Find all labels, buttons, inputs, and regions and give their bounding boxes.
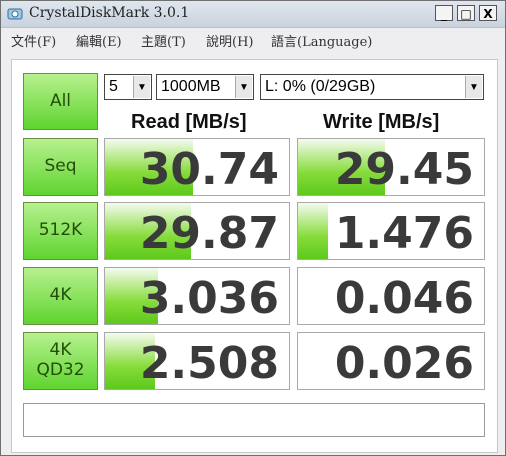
seq-read-cell: 30.74 [104,138,290,196]
chevron-down-icon: ▼ [235,76,252,98]
4k-qd32-read-value: 2.508 [139,338,279,389]
4k-write-value: 0.046 [334,273,474,324]
4k-button[interactable]: 4K [23,267,98,325]
seq-write-cell: 29.45 [297,138,485,196]
seq-write-value: 29.45 [334,144,474,195]
512k-write-bar [298,203,328,259]
menu-theme[interactable]: 主題(T) [141,31,186,50]
maximize-button[interactable]: □ [457,5,475,21]
window-title: CrystalDiskMark 3.0.1 [29,5,190,21]
menu-bar: 文件(F) 編輯(E) 主題(T) 說明(H) 語言(Language) [1,28,505,50]
all-button[interactable]: All [23,73,98,130]
close-button[interactable]: X [479,5,497,21]
menu-language[interactable]: 語言(Language) [271,31,372,50]
seq-read-value: 30.74 [139,144,279,195]
4k-read-value: 3.036 [139,273,279,324]
4k-write-cell: 0.046 [297,267,485,325]
4k-qd32-read-cell: 2.508 [104,332,290,390]
menu-edit[interactable]: 編輯(E) [76,31,122,50]
menu-file[interactable]: 文件(F) [11,31,56,50]
chevron-down-icon: ▼ [465,76,482,98]
512k-read-value: 29.87 [139,208,279,259]
read-header: Read [MB/s] [131,111,247,133]
minimize-button[interactable]: _ [435,5,453,21]
drive-select[interactable]: L: 0% (0/29GB) ▼ [260,74,484,100]
4k-qd32-button[interactable]: 4K QD32 [23,332,98,390]
4k-qd32-write-value: 0.026 [334,338,474,389]
write-header: Write [MB/s] [323,111,440,133]
size-select[interactable]: 1000MB ▼ [156,74,254,100]
4k-qd32-write-cell: 0.026 [297,332,485,390]
512k-button[interactable]: 512K [23,202,98,260]
count-select[interactable]: 5 ▼ [104,74,152,100]
title-bar[interactable]: CrystalDiskMark 3.0.1 _ □ X [1,1,505,28]
app-disk-icon [7,8,23,20]
chevron-down-icon: ▼ [133,76,150,98]
status-bar [23,403,485,437]
size-value: 1000MB [161,78,221,95]
app-window: CrystalDiskMark 3.0.1 _ □ X 文件(F) 編輯(E) … [0,0,506,456]
512k-write-cell: 1.476 [297,202,485,260]
4k-read-cell: 3.036 [104,267,290,325]
seq-button[interactable]: Seq [23,138,98,196]
512k-write-value: 1.476 [334,208,474,259]
512k-read-cell: 29.87 [104,202,290,260]
count-value: 5 [109,78,118,95]
drive-value: L: 0% (0/29GB) [265,78,376,95]
menu-help[interactable]: 說明(H) [206,31,253,50]
